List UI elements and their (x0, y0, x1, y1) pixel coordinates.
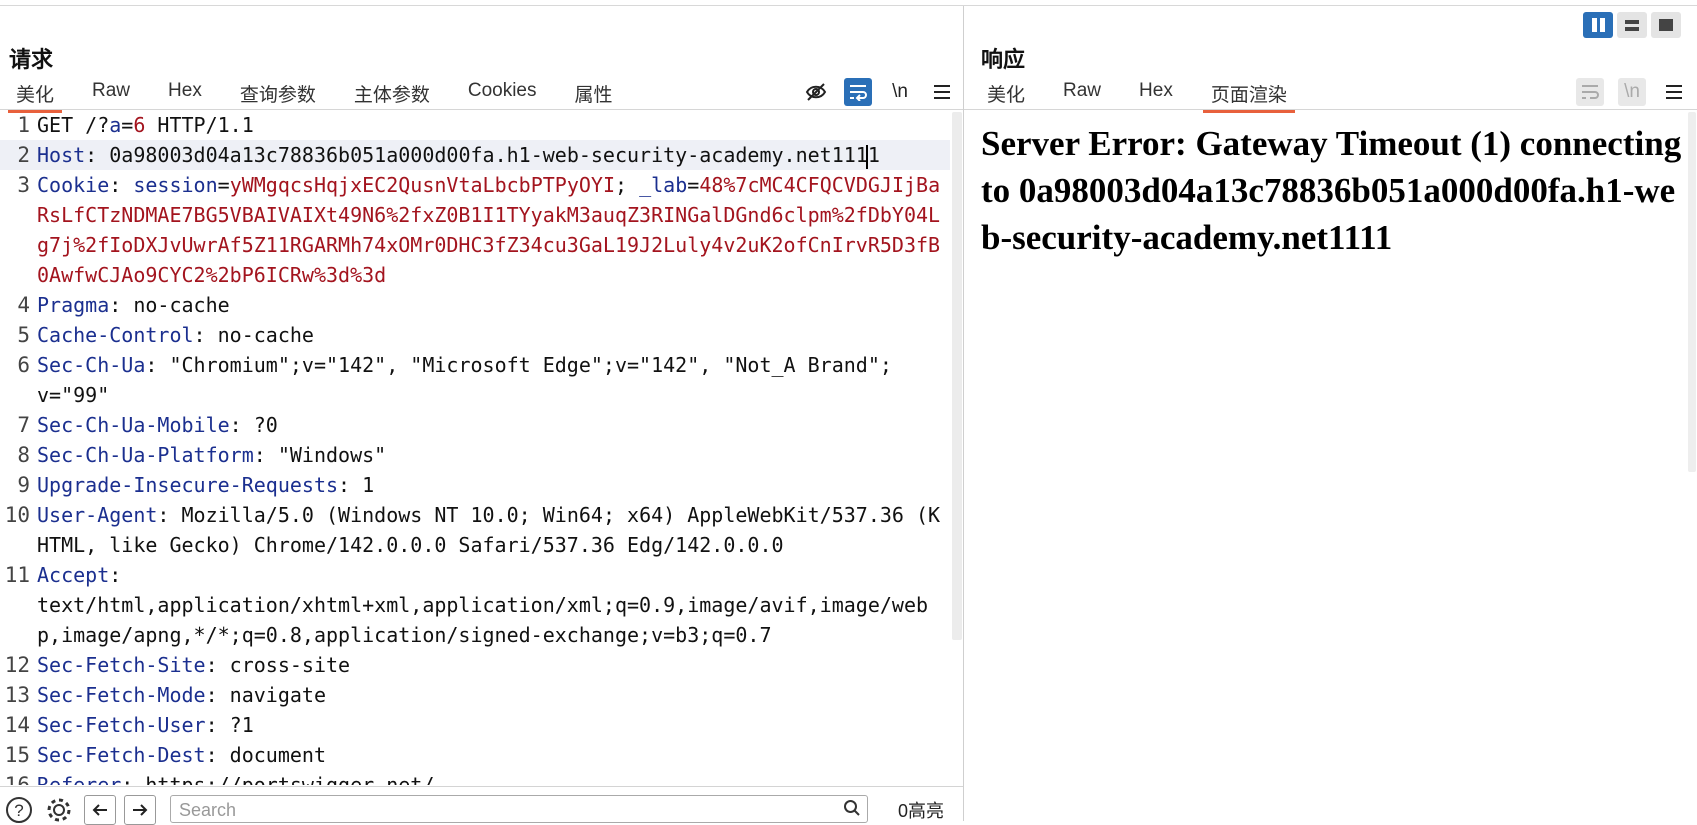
response-menu-icon[interactable] (1660, 78, 1688, 106)
response-scrollbar[interactable] (1688, 112, 1696, 472)
response-rendered-page: Server Error: Gateway Timeout (1) connec… (981, 124, 1682, 257)
menu-icon[interactable] (928, 78, 956, 106)
line-number: 11 (4, 563, 30, 587)
request-editor[interactable]: 1 GET /?a=6 HTTP/1.1 2 Host: 0a98003d04a… (0, 110, 950, 785)
svg-text:?: ? (14, 801, 23, 820)
newline-icon[interactable]: \n (886, 78, 914, 106)
code-line: 10 User-Agent: Mozilla/5.0 (Windows NT 1… (0, 500, 950, 560)
search-input[interactable]: Search (170, 795, 868, 823)
eye-slash-icon[interactable] (802, 78, 830, 106)
response-tabs-divider (964, 109, 1697, 110)
request-toolbar: \n (802, 78, 956, 106)
code-line: 6 Sec-Ch-Ua: "Chromium";v="142", "Micros… (0, 350, 950, 410)
line-number: 15 (4, 743, 30, 767)
request-title: 请求 (9, 47, 54, 72)
line-number: 4 (17, 293, 30, 317)
code-line: 4 Pragma: no-cache (0, 290, 950, 320)
highlight-count: 0高亮 (898, 801, 945, 821)
line-number: 16 (4, 773, 30, 785)
wrap-icon[interactable] (844, 78, 872, 106)
code-line-current: 2 Host: 0a98003d04a13c78836b051a000d00fa… (0, 140, 950, 170)
layout-toggle (1583, 12, 1681, 38)
line-number: 13 (4, 683, 30, 707)
code-line: 7 Sec-Ch-Ua-Mobile: ?0 (0, 410, 950, 440)
line-number: 14 (4, 713, 30, 737)
newline-icon-disabled: \n (1618, 78, 1646, 106)
line-number: 9 (17, 473, 30, 497)
code-line: 13 Sec-Fetch-Mode: navigate (0, 680, 950, 710)
line-number: 3 (17, 173, 30, 197)
top-border (0, 5, 1697, 6)
response-title: 响应 (981, 47, 1026, 72)
response-toolbar: \n (1576, 78, 1688, 106)
layout-stacked-button[interactable] (1617, 12, 1647, 38)
line-number: 10 (4, 503, 30, 527)
line-number: 2 (17, 143, 30, 167)
code-line: 12 Sec-Fetch-Site: cross-site (0, 650, 950, 680)
code-line: 14 Sec-Fetch-User: ?1 (0, 710, 950, 740)
code-line: 16 Referer: https://portswigger.net/ (0, 770, 950, 785)
line-number: 1 (17, 113, 30, 137)
line-number: 5 (17, 323, 30, 347)
code-line: 1 GET /?a=6 HTTP/1.1 (0, 110, 950, 140)
line-number: 8 (17, 443, 30, 467)
code-line: 5 Cache-Control: no-cache (0, 320, 950, 350)
line-number: 7 (17, 413, 30, 437)
panel-splitter[interactable] (963, 6, 964, 821)
code-line: 15 Sec-Fetch-Dest: document (0, 740, 950, 770)
line-number: 12 (4, 653, 30, 677)
line-number: 6 (17, 353, 30, 377)
request-scrollbar[interactable] (952, 112, 962, 640)
wrap-icon-disabled (1576, 78, 1604, 106)
code-line: 3 Cookie: session=yWMgqcsHqjxEC2QusnVtaL… (0, 170, 950, 290)
code-line: 11 Accept: text/html,application/xhtml+x… (0, 560, 950, 650)
code-line: 9 Upgrade-Insecure-Requests: 1 (0, 470, 950, 500)
code-line: 8 Sec-Ch-Ua-Platform: "Windows" (0, 440, 950, 470)
layout-single-button[interactable] (1651, 12, 1681, 38)
layout-side-by-side-button[interactable] (1583, 12, 1613, 38)
request-bottom-bar: ? Search 0高亮 (0, 786, 963, 825)
